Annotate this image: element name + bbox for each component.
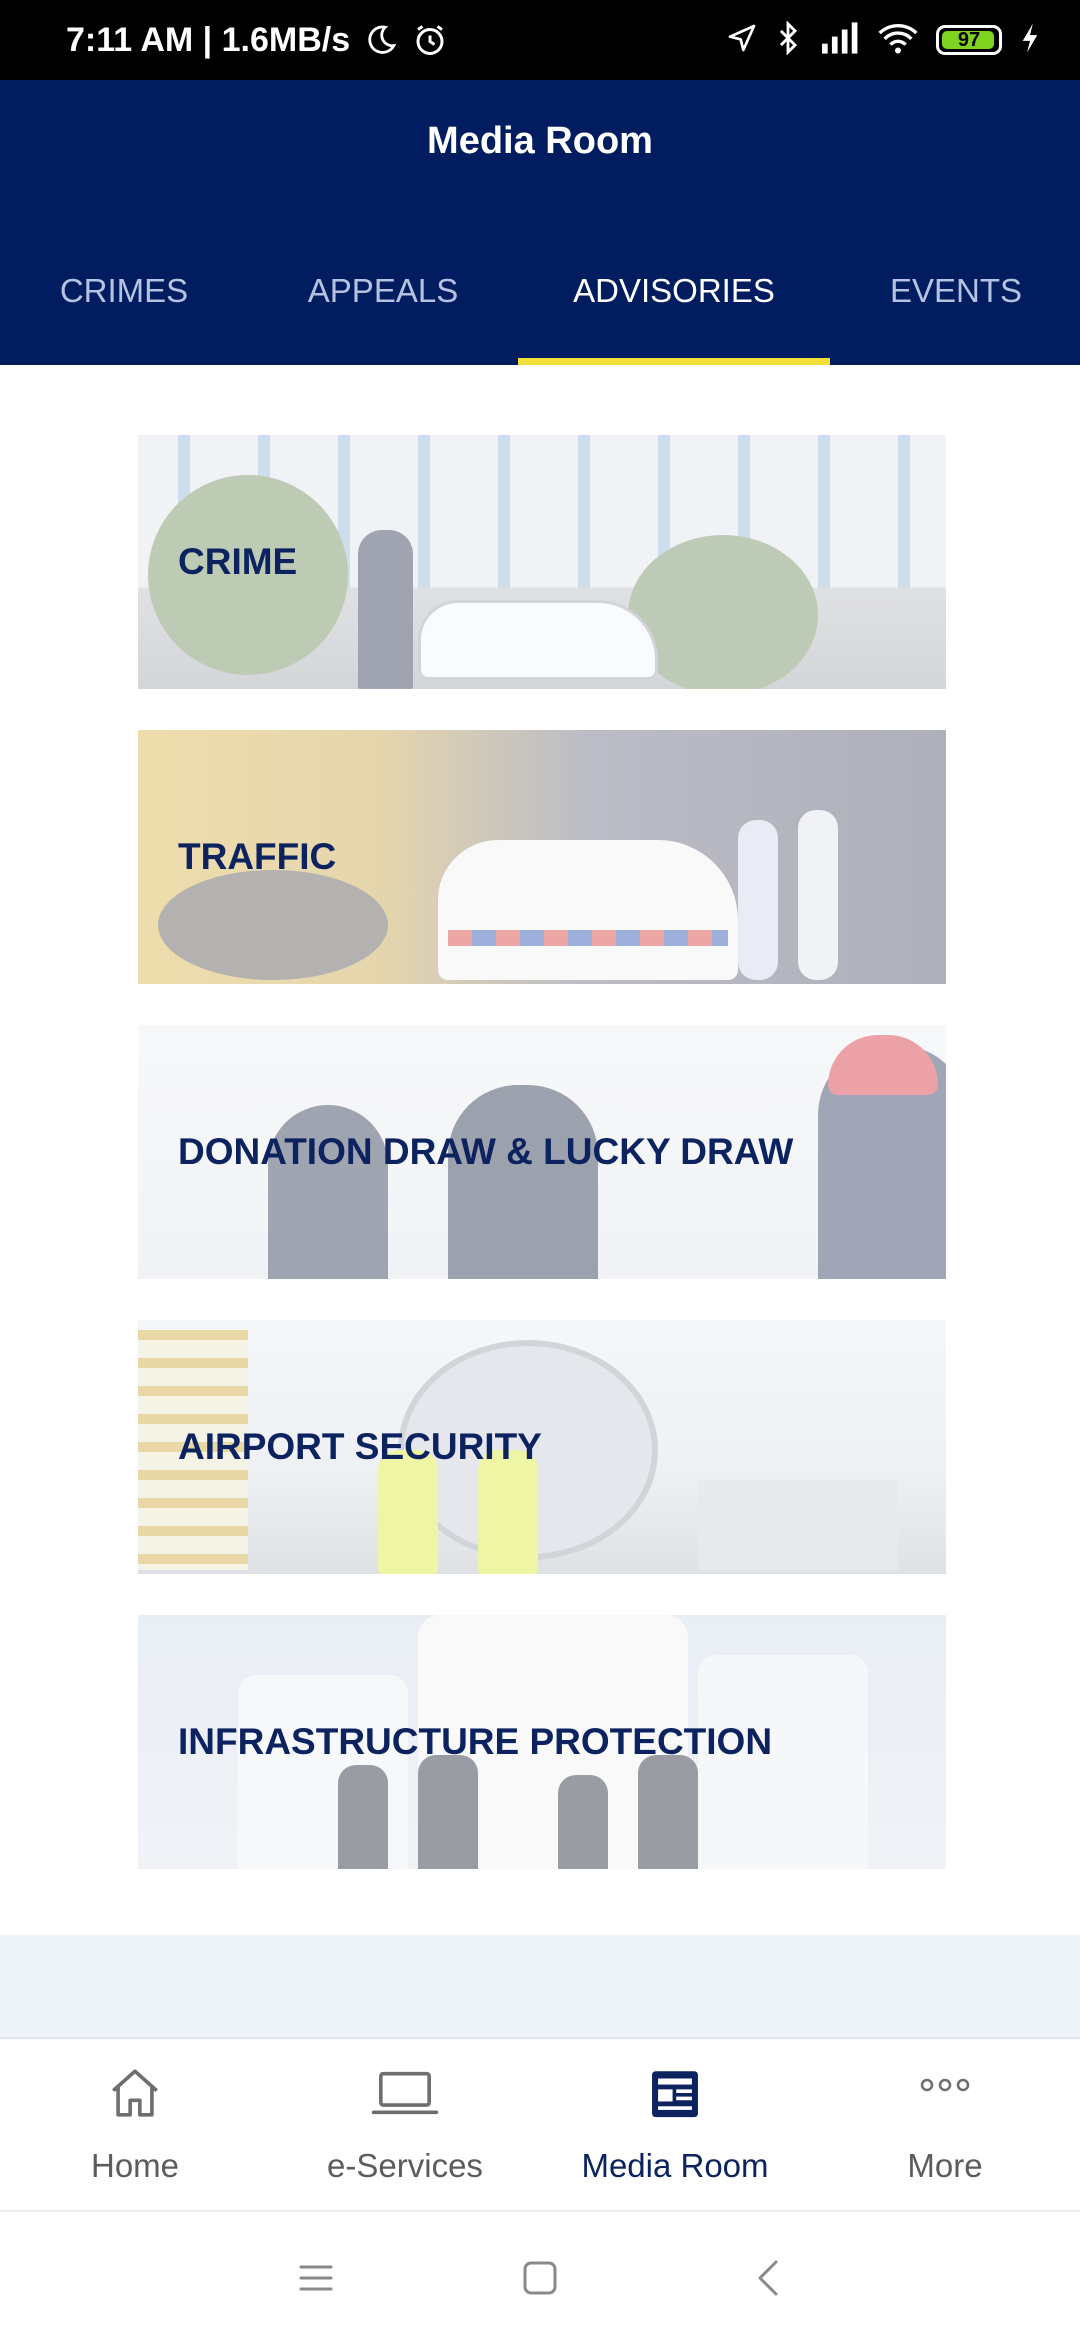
back-button[interactable] [738,2248,798,2308]
tab-bar: CRIMES APPEALS ADVISORIES EVENTS [0,240,1080,365]
card-donation-draw[interactable]: DONATION DRAW & LUCKY DRAW [138,1025,946,1279]
tab-advisories[interactable]: ADVISORIES [518,240,830,365]
card-airport-security[interactable]: AIRPORT SECURITY [138,1320,946,1574]
alarm-icon [412,22,448,58]
tab-label: APPEALS [307,272,459,309]
nav-e-services[interactable]: e-Services [270,2039,540,2212]
laptop-icon [368,2061,442,2125]
recent-apps-button[interactable] [286,2248,346,2308]
moon-icon [364,23,398,57]
tab-label: ADVISORIES [573,272,775,309]
status-left: 7:11 AM | 1.6MB/s [66,0,448,80]
active-tab-indicator [518,358,830,365]
signal-icon [818,21,860,60]
newspaper-icon [647,2061,703,2125]
status-bar: 7:11 AM | 1.6MB/s 97 [0,0,1080,80]
nav-label: Media Room [581,2147,769,2184]
tab-label: CRIMES [59,272,189,309]
app-header: Media Room CRIMES APPEALS ADVISORIES EVE… [0,80,1080,365]
charging-icon [1020,22,1040,59]
more-icon [917,2061,973,2125]
tab-label: EVENTS [889,272,1023,309]
nav-label: e-Services [327,2147,483,2184]
card-label: DONATION DRAW & LUCKY DRAW [178,1131,794,1172]
nav-label: More [907,2147,983,2184]
tab-appeals[interactable]: APPEALS [258,240,508,365]
nav-home[interactable]: Home [0,2039,270,2212]
bluetooth-icon [776,19,800,60]
card-infrastructure-protection[interactable]: INFRASTRUCTURE PROTECTION [138,1615,946,1869]
status-time-speed: 7:11 AM | 1.6MB/s [66,20,351,59]
system-nav-bar [0,2210,1080,2340]
menu-icon [299,2265,333,2291]
card-label: TRAFFIC [178,836,337,877]
home-icon [106,2061,164,2125]
tab-crimes[interactable]: CRIMES [0,240,248,365]
status-right: 97 [726,0,1040,80]
nav-more[interactable]: More [810,2039,1080,2212]
tab-events[interactable]: EVENTS [840,240,1072,365]
page-title: Media Room [427,120,653,162]
bottom-nav: Home e-Services Media Room More [0,2037,1080,2210]
footer-band [0,1935,1080,2037]
card-label: AIRPORT SECURITY [178,1426,542,1467]
battery-icon: 97 [936,25,1002,55]
card-crime[interactable]: CRIME [138,435,946,689]
nav-label: Home [90,2147,180,2184]
square-icon [523,2261,557,2295]
battery-level: 97 [957,28,981,51]
card-traffic[interactable]: TRAFFIC [138,730,946,984]
card-label: INFRASTRUCTURE PROTECTION [178,1721,773,1762]
back-chevron-icon [758,2260,778,2296]
nav-media-room[interactable]: Media Room [540,2039,810,2212]
wifi-icon [878,21,918,60]
card-label: CRIME [178,541,298,582]
location-icon [726,22,758,59]
advisories-list: CRIME TRAFFIC DONATION DRAW & LUCKY DRAW… [0,365,1080,1935]
home-button[interactable] [510,2248,570,2308]
